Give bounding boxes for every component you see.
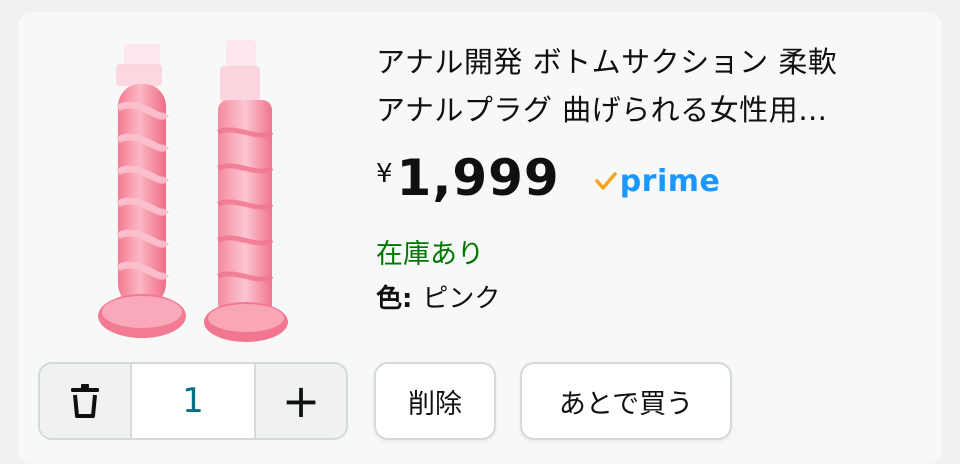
stock-status: 在庫あり — [376, 239, 484, 270]
variant-key: 色: — [376, 284, 413, 314]
price: ¥ 1,999 — [376, 149, 560, 207]
product-image[interactable] — [80, 36, 304, 352]
plus-icon: + — [281, 374, 321, 428]
save-for-later-button[interactable]: あとで買う — [520, 362, 732, 440]
quantity-stepper: 1 + — [38, 362, 348, 440]
delete-button[interactable]: 削除 — [374, 362, 496, 440]
quantity-value[interactable]: 1 — [130, 364, 256, 438]
product-title-line-2: アナルプラグ 曲げられる女性用… — [376, 93, 828, 127]
price-amount: 1,999 — [396, 149, 560, 207]
product-image-graphic — [98, 40, 288, 342]
increase-quantity-button[interactable]: + — [256, 364, 346, 438]
prime-badge: prime — [594, 164, 721, 199]
variant-value: ピンク — [422, 284, 501, 314]
variant-info: 色: ピンク — [376, 278, 500, 315]
trash-icon — [71, 384, 99, 418]
product-title[interactable]: アナル開発 ボトムサクション 柔軟 アナルプラグ 曲げられる女性用… — [376, 38, 924, 134]
prime-label: prime — [619, 163, 721, 199]
product-title-line-1: アナル開発 ボトムサクション 柔軟 — [376, 45, 838, 79]
price-row: ¥ 1,999 prime — [376, 146, 720, 210]
prime-check-icon — [594, 172, 617, 190]
currency-symbol: ¥ — [376, 159, 393, 189]
delete-quantity-button[interactable] — [40, 364, 130, 438]
